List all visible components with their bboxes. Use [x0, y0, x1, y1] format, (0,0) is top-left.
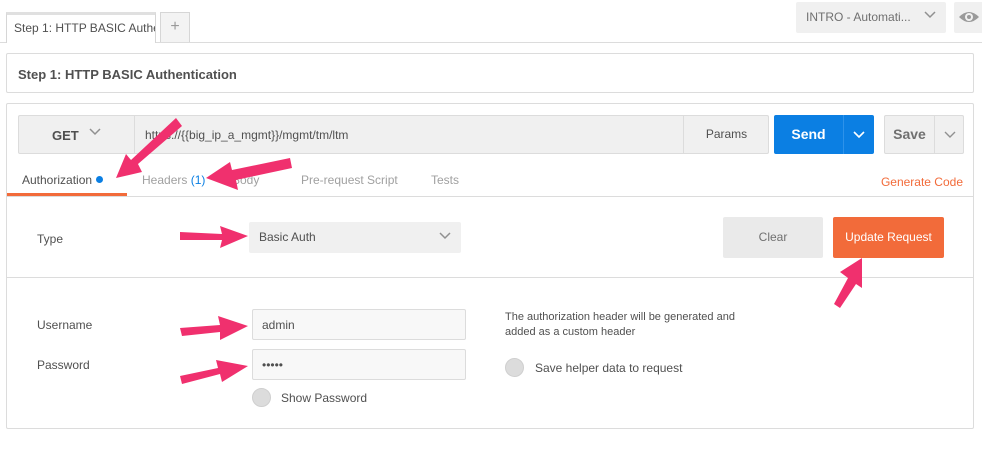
save-button[interactable]: Save [885, 116, 934, 153]
tab-body-label: Body [232, 173, 260, 187]
method-value: GET [52, 128, 79, 143]
tab-pre-request-script-label: Pre-request Script [301, 173, 398, 187]
subtab-divider [7, 196, 973, 197]
save-options-button[interactable] [934, 116, 964, 153]
auth-divider [7, 277, 973, 278]
username-input[interactable]: admin [252, 309, 466, 340]
plus-icon: + [170, 18, 180, 35]
params-button[interactable]: Params [683, 116, 769, 153]
request-tab[interactable]: Step 1: HTTP BASIC Authent [6, 12, 156, 43]
type-label: Type [37, 232, 64, 246]
request-name-field[interactable]: Step 1: HTTP BASIC Authentication [6, 53, 974, 93]
auth-help-text: The authorization header will be generat… [505, 311, 735, 338]
tab-tests[interactable]: Tests [431, 173, 459, 187]
tab-strip: Step 1: HTTP BASIC Authent + INTRO - Aut… [0, 0, 982, 43]
eye-icon [959, 12, 979, 22]
method-select[interactable]: GET [19, 116, 135, 153]
clear-button[interactable]: Clear [723, 217, 823, 258]
chevron-down-icon [89, 128, 101, 136]
tab-headers[interactable]: Headers (1) [142, 173, 205, 187]
tab-pre-request-script[interactable]: Pre-request Script [301, 173, 398, 187]
request-builder: GET https://{{big_ip_a_mgmt}}/mgmt/tm/lt… [6, 103, 974, 429]
caret-down-icon [944, 131, 956, 138]
save-helper-checkbox[interactable] [505, 358, 524, 377]
new-tab-button[interactable]: + [160, 12, 190, 43]
environment-select-value: INTRO - Automati... [806, 10, 911, 24]
show-password-label: Show Password [281, 391, 368, 405]
status-dot-icon [96, 176, 104, 183]
password-label: Password [37, 358, 90, 372]
send-button-group: Send [774, 115, 874, 154]
auth-type-value: Basic Auth [259, 230, 316, 244]
tab-body[interactable]: Body [232, 173, 259, 187]
show-password-checkbox[interactable] [252, 388, 271, 407]
password-input[interactable]: ••••• [252, 349, 466, 380]
auth-type-select[interactable]: Basic Auth [249, 222, 461, 253]
url-input[interactable]: https://{{big_ip_a_mgmt}}/mgmt/tm/ltm [145, 128, 348, 142]
environment-select[interactable]: INTRO - Automati... [796, 2, 946, 33]
send-options-button[interactable] [843, 115, 874, 154]
chevron-down-icon [924, 11, 936, 19]
tab-headers-label: Headers [142, 173, 188, 187]
tab-authorization[interactable]: Authorization [22, 173, 104, 187]
caret-down-icon [853, 131, 865, 139]
update-request-button[interactable]: Update Request [833, 217, 944, 258]
url-bar: GET https://{{big_ip_a_mgmt}}/mgmt/tm/lt… [18, 115, 769, 154]
chevron-down-icon [439, 232, 451, 240]
generate-code-link[interactable]: Generate Code [881, 175, 963, 189]
headers-count: (1) [190, 173, 206, 187]
tab-authorization-label: Authorization [22, 173, 93, 187]
environment-quick-look-button[interactable] [954, 2, 982, 33]
username-value: admin [262, 318, 295, 332]
tab-tests-label: Tests [431, 173, 460, 187]
username-label: Username [37, 318, 93, 332]
save-button-group: Save [884, 115, 964, 154]
request-name: Step 1: HTTP BASIC Authentication [18, 67, 237, 82]
request-tab-label: Step 1: HTTP BASIC Authent [14, 21, 156, 35]
password-value: ••••• [262, 358, 284, 372]
save-helper-label: Save helper data to request [535, 361, 683, 375]
send-button[interactable]: Send [774, 115, 843, 154]
